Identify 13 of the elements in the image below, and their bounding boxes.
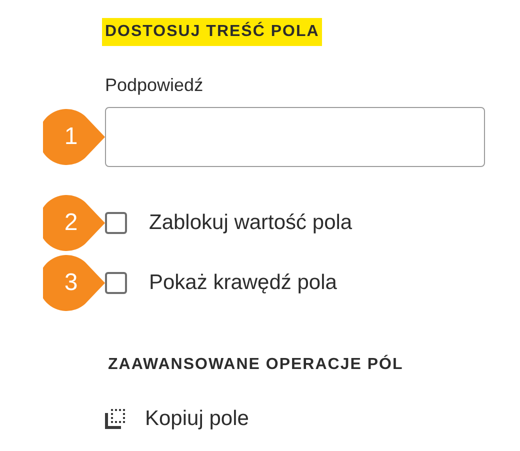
copy-field-action[interactable]: Kopiuj pole [145, 403, 249, 434]
section-heading: DOSTOSUJ TREŚĆ POLA [102, 18, 322, 46]
field-label: Podpowiedź [105, 74, 204, 97]
callout-marker: 2 [43, 195, 105, 251]
callout-marker: 3 [43, 255, 105, 311]
hint-input-field[interactable] [105, 107, 485, 167]
section-heading: ZAAWANSOWANE OPERACJE PÓL [107, 354, 404, 375]
copy-icon [105, 408, 127, 429]
checkbox[interactable] [105, 272, 127, 294]
callout-marker: 1 [43, 109, 105, 165]
checkbox-label: Zablokuj wartość pola [149, 210, 352, 236]
checkbox[interactable] [105, 212, 127, 234]
checkbox-label: Pokaż krawędź pola [149, 270, 337, 296]
